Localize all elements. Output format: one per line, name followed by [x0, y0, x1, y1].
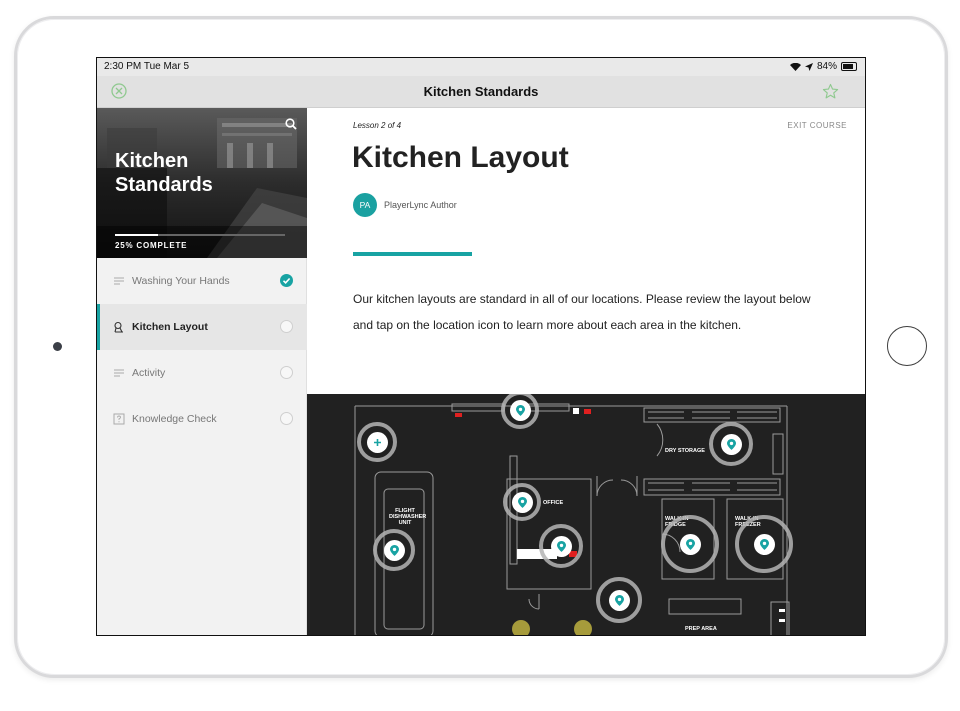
- battery-percent: 84%: [816, 61, 837, 72]
- star-outline-icon[interactable]: [822, 83, 839, 100]
- status-empty-circle: [280, 412, 293, 425]
- course-title: Kitchen Standards: [115, 150, 213, 196]
- lesson-item-activity[interactable]: Activity: [97, 350, 307, 396]
- location-pin-icon: [685, 538, 695, 550]
- location-pin-icon: [389, 544, 399, 556]
- battery-icon: [841, 62, 857, 71]
- status-empty-circle: [280, 320, 293, 333]
- question-box-icon: [113, 413, 125, 425]
- location-pin-icon: [759, 538, 769, 550]
- progress-label: 25% COMPLETE: [115, 241, 188, 250]
- status-time: 2:30 PM Tue Mar 5: [104, 61, 190, 72]
- lesson-item-washing-hands[interactable]: Washing Your Hands: [97, 258, 307, 304]
- search-icon[interactable]: [285, 118, 297, 130]
- wifi-icon: [789, 62, 801, 71]
- lesson-title: Kitchen Layout: [352, 141, 569, 174]
- progress-fill: [115, 234, 158, 236]
- status-bar: 2:30 PM Tue Mar 5 84%: [97, 58, 865, 76]
- lesson-item-label: Kitchen Layout: [132, 321, 208, 333]
- map-pin-icon: [114, 321, 123, 333]
- location-pin-icon: [517, 496, 527, 508]
- lesson-item-label: Activity: [132, 367, 166, 379]
- nav-title: Kitchen Standards: [423, 84, 539, 99]
- app-screen: 2:30 PM Tue Mar 5 84% Kitchen Standards: [96, 57, 866, 636]
- lesson-body: Our kitchen layouts are standard in all …: [353, 292, 811, 332]
- lines-icon: [114, 277, 124, 285]
- lesson-item-label: Knowledge Check: [132, 413, 217, 425]
- lesson-number: Lesson 2 of 4: [353, 121, 402, 130]
- check-complete-icon: [280, 274, 293, 287]
- location-pin-icon: [726, 438, 736, 450]
- author-row: PA PlayerLync Author: [353, 193, 457, 217]
- lines-icon: [114, 369, 124, 377]
- status-empty-circle: [280, 366, 293, 379]
- lesson-item-label: Washing Your Hands: [132, 275, 230, 287]
- plus-icon: [373, 438, 381, 446]
- status-indicators: 84%: [789, 61, 857, 72]
- lesson-list: Washing Your Hands Kitchen Layout Activi…: [97, 258, 307, 442]
- hotspot-entrance[interactable]: [357, 422, 397, 462]
- hotspot-walkin-fridge[interactable]: [661, 515, 719, 573]
- hotspot-cook-line[interactable]: [539, 524, 583, 568]
- progress-track: [115, 234, 285, 236]
- hotspot-dry-storage[interactable]: [709, 422, 753, 466]
- label-flight-dishwasher: FLIGHT DISHWASHER UNIT: [389, 508, 427, 526]
- avatar: PA: [353, 193, 377, 217]
- course-sidebar: Kitchen Standards 25% COMPLETE Washing Y…: [97, 108, 307, 635]
- accent-divider: [353, 252, 472, 256]
- author-name: PlayerLync Author: [384, 200, 457, 210]
- lesson-content: Lesson 2 of 4 EXIT COURSE Kitchen Layout…: [307, 108, 865, 394]
- location-pin-icon: [515, 404, 525, 416]
- lesson-item-kitchen-layout[interactable]: Kitchen Layout: [97, 304, 307, 350]
- course-hero: Kitchen Standards 25% COMPLETE: [97, 108, 307, 258]
- navigation-bar: Kitchen Standards: [97, 76, 865, 108]
- front-camera: [53, 342, 62, 351]
- hotspot-prep[interactable]: [596, 577, 642, 623]
- location-pin-icon: [556, 540, 566, 552]
- hotspot-dishwasher[interactable]: [373, 529, 415, 571]
- label-prep-area: PREP AREA: [685, 626, 717, 632]
- exit-course-link[interactable]: EXIT COURSE: [787, 121, 847, 130]
- lesson-item-knowledge-check[interactable]: Knowledge Check: [97, 396, 307, 442]
- kitchen-floorplan: DRY STORAGE OFFICE FLIGHT DISHWASHER UNI…: [307, 394, 865, 635]
- home-button[interactable]: [887, 326, 927, 366]
- label-office: OFFICE: [543, 500, 564, 506]
- hotspot-walkin-freezer[interactable]: [735, 515, 793, 573]
- hotspot-office[interactable]: [503, 483, 541, 521]
- location-pin-icon: [614, 594, 624, 606]
- location-arrow-icon: [804, 62, 813, 71]
